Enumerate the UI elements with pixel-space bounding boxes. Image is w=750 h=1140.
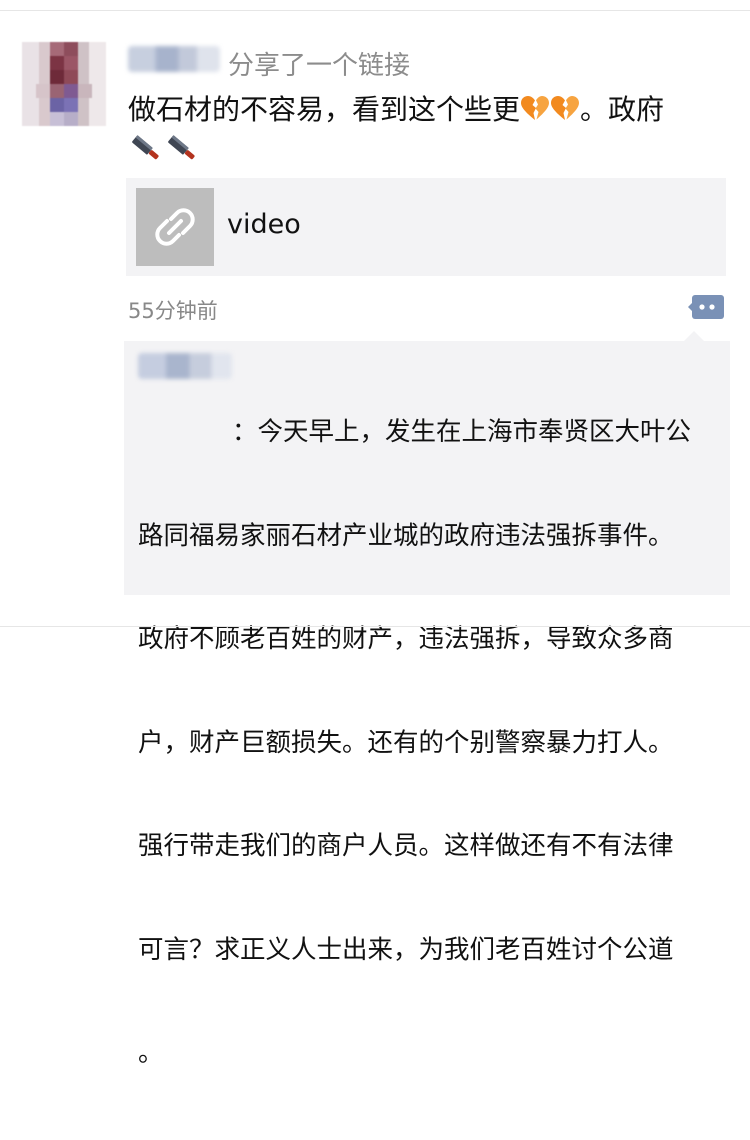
link-icon [155, 208, 195, 246]
comment-area: ：今天早上，发生在上海市奉贤区大叶公 路同福易家丽石材产业城的政府违法强拆事件。… [124, 331, 730, 1068]
link-title: video [227, 209, 301, 240]
comment-line: 户，财产巨额损失。还有的个别警察暴力打人。 [138, 727, 674, 758]
post-text-line1-tail: 。政府 [580, 93, 665, 126]
top-divider [0, 10, 750, 11]
post-text-line1: 做石材的不容易，看到这个些更 [128, 93, 521, 126]
broken-heart-icon [521, 93, 550, 120]
comment-line: 。 [138, 1038, 164, 1068]
comment-button[interactable] [688, 292, 726, 322]
knife-icon [128, 133, 162, 163]
knife-icon [164, 133, 198, 163]
comment-icon [688, 295, 724, 319]
comment-line: ：今天早上，发生在上海市奉贤区大叶公 [232, 417, 692, 447]
share-action-text: 分享了一个链接 [228, 51, 411, 81]
post-timestamp: 55分钟前 [128, 299, 218, 323]
link-thumbnail [136, 188, 214, 266]
shared-link-card[interactable]: video [126, 178, 726, 276]
comment-text: ：今天早上，发生在上海市奉贤区大叶公 路同福易家丽石材产业城的政府违法强拆事件。… [138, 346, 722, 1140]
poster-name[interactable] [128, 46, 220, 72]
comment-line: 路同福易家丽石材产业城的政府违法强拆事件。 [138, 520, 674, 551]
comment-line: 强行带走我们的商户人员。这样做还有不有法律 [138, 831, 674, 861]
comment-line: 政府不顾老百姓的财产，违法强拆，导致众多商 [138, 624, 674, 654]
avatar[interactable] [22, 42, 106, 126]
broken-heart-icon [551, 93, 580, 120]
bottom-divider [0, 626, 750, 627]
comment-line: 可言？求正义人士出来，为我们老百姓讨个公道 [138, 934, 674, 965]
post-text: 做石材的不容易，看到这个些更 。政府 [128, 90, 728, 170]
